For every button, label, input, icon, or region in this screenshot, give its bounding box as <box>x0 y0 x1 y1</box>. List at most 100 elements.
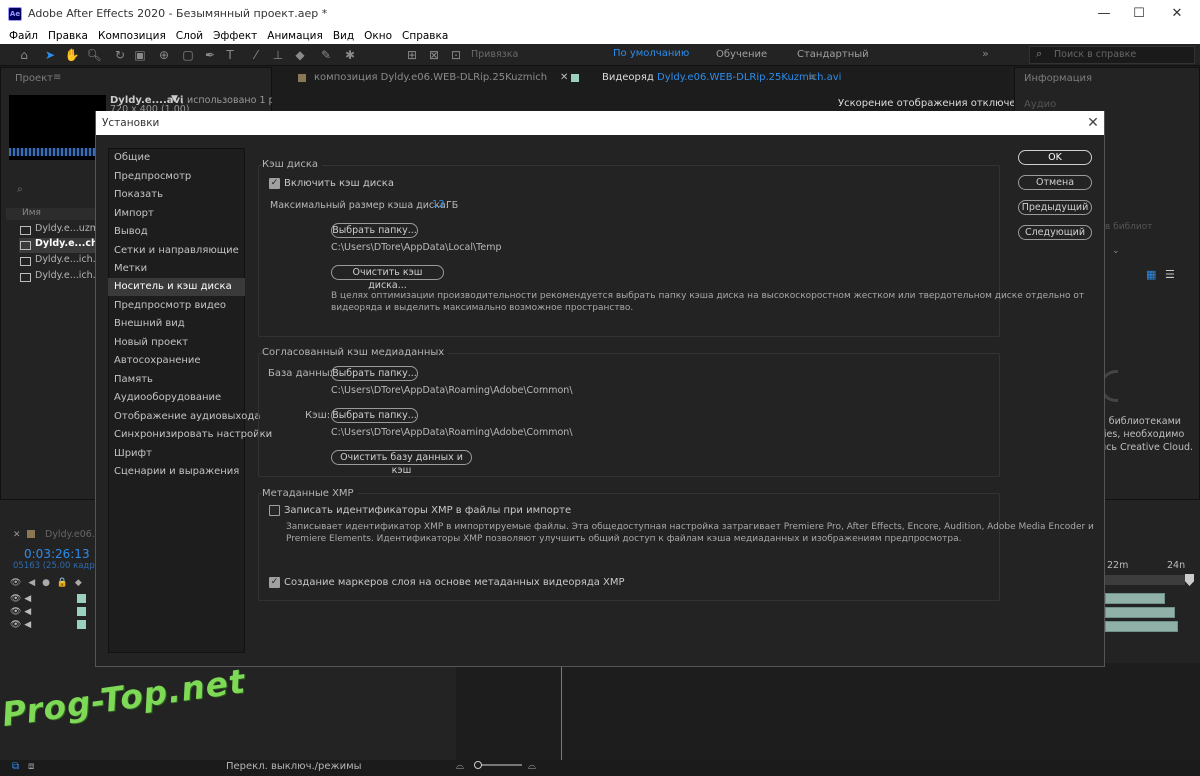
ok-button[interactable]: OK <box>1018 150 1092 165</box>
close-window-button[interactable]: ✕ <box>1154 0 1200 27</box>
category-import[interactable]: Импорт <box>108 205 245 223</box>
zoom-out-icon[interactable]: ⌓ <box>456 761 464 772</box>
layer-switch-icons[interactable]: 👁 ◀ ● 🔒 ◆ <box>10 578 84 588</box>
brush-tool-icon[interactable]: ⁄ <box>248 47 264 63</box>
category-type[interactable]: Шрифт <box>108 445 245 463</box>
layer-clip-bar[interactable] <box>1105 607 1175 618</box>
layer-clip-bar[interactable] <box>1105 593 1165 604</box>
render-queue-icon[interactable]: ⧉ <box>12 761 19 772</box>
category-output[interactable]: Вывод <box>108 223 245 241</box>
project-item[interactable]: Dyldy.e...uzmic <box>19 223 95 238</box>
pan-behind-tool-icon[interactable]: ⊕ <box>156 47 172 63</box>
camera-tool-icon[interactable]: ▣ <box>132 47 148 63</box>
project-item[interactable]: Dyldy.e...ich.av <box>19 270 95 285</box>
zoom-tool-icon[interactable]: 🔍︎ <box>86 47 102 63</box>
project-search-icon[interactable]: ⌕ <box>17 184 23 195</box>
more-workspaces-icon[interactable]: » <box>982 47 989 60</box>
next-button[interactable]: Следующий <box>1018 225 1092 240</box>
audio-panel-title[interactable]: Аудио <box>1024 99 1056 110</box>
category-scripting-expressions[interactable]: Сценарии и выражения <box>108 463 245 481</box>
menu-file[interactable]: Файл <box>9 30 38 42</box>
category-new-project[interactable]: Новый проект <box>108 334 245 352</box>
view-axis-icon[interactable]: ⊡ <box>448 47 464 63</box>
category-appearance[interactable]: Внешний вид <box>108 315 245 333</box>
hand-tool-icon[interactable]: ✋ <box>64 47 80 63</box>
create-layer-markers-checkbox[interactable]: ✓ <box>269 577 280 588</box>
column-header-name[interactable]: Имя <box>6 208 96 220</box>
layer-label-color[interactable] <box>77 594 86 603</box>
info-panel-title[interactable]: Информация <box>1024 73 1092 84</box>
choose-cache-folder-button[interactable]: Выбрать папку... <box>331 408 418 423</box>
tab-footage[interactable]: Видеоряд Dyldy.e06.WEB-DLRip.25Kuzmich.a… <box>602 72 841 83</box>
timeline-tab[interactable]: Dyldy.e06. <box>45 529 95 540</box>
menu-layer[interactable]: Слой <box>176 30 203 42</box>
zoom-in-icon[interactable]: ⌓ <box>528 761 536 772</box>
workspace-learn-tab[interactable]: Обучение <box>716 49 767 60</box>
close-tab-icon[interactable]: ✕ <box>560 72 568 83</box>
menu-animation[interactable]: Анимация <box>267 30 323 42</box>
clear-disk-cache-button[interactable]: Очистить кэш диска... <box>331 265 444 291</box>
write-xmp-ids-checkbox[interactable] <box>269 505 280 516</box>
menu-effect[interactable]: Эффект <box>213 30 257 42</box>
clean-database-cache-button[interactable]: Очистить базу данных и кэш <box>331 450 472 476</box>
rotate-tool-icon[interactable]: ↻ <box>112 47 128 63</box>
choose-database-folder-button[interactable]: Выбрать папку... <box>331 366 418 381</box>
dialog-close-button[interactable]: ✕ <box>1082 112 1104 134</box>
category-audio-output-mapping[interactable]: Отображение аудиовыхода <box>108 408 260 426</box>
zoom-slider-handle[interactable] <box>474 761 482 769</box>
panel-menu-icon[interactable]: ≡ <box>808 72 816 83</box>
visibility-eye-icon[interactable]: 👁 ◀ <box>10 607 31 617</box>
local-axis-icon[interactable]: ⊞ <box>404 47 420 63</box>
rectangle-tool-icon[interactable]: ▢ <box>180 47 196 63</box>
selection-tool-icon[interactable]: ➤ <box>42 47 58 63</box>
work-area-bar[interactable] <box>1105 575 1185 585</box>
visibility-eye-icon[interactable]: 👁 ◀ <box>10 620 31 630</box>
pen-tool-icon[interactable]: ✒ <box>202 47 218 63</box>
dropdown-triangle-icon[interactable]: ▼ <box>171 94 178 104</box>
project-item[interactable]: Dyldy.e...ch.av <box>19 238 95 253</box>
puppet-tool-icon[interactable]: ✱ <box>342 47 358 63</box>
clone-stamp-tool-icon[interactable]: ⊥ <box>270 47 286 63</box>
project-item[interactable]: Dyldy.e...ich.av <box>19 254 95 269</box>
help-search-input[interactable]: Поиск в справке <box>1029 46 1195 64</box>
choose-disk-cache-folder-button[interactable]: Выбрать папку... <box>331 223 418 238</box>
toggle-switches-modes[interactable]: Перекл. выключ./режимы <box>226 761 362 772</box>
cancel-button[interactable]: Отмена <box>1018 175 1092 190</box>
menu-help[interactable]: Справка <box>402 30 448 42</box>
category-memory[interactable]: Память <box>108 371 245 389</box>
panel-menu-icon[interactable]: ≡ <box>53 72 61 83</box>
chevron-down-icon[interactable]: ⌄ <box>1112 246 1120 256</box>
category-auto-save[interactable]: Автосохранение <box>108 352 245 370</box>
current-timecode[interactable]: 0:03:26:13 <box>24 547 90 561</box>
visibility-eye-icon[interactable]: 👁 ◀ <box>10 594 31 604</box>
menu-view[interactable]: Вид <box>333 30 354 42</box>
category-general[interactable]: Общие <box>108 149 245 167</box>
close-tab-icon[interactable]: ✕ <box>13 530 21 540</box>
type-tool-icon[interactable]: T <box>222 47 238 63</box>
roto-brush-tool-icon[interactable]: ✎ <box>318 47 334 63</box>
tab-composition[interactable]: композиция Dyldy.e06.WEB-DLRip.25Kuzmich <box>314 72 547 83</box>
category-grids-guides[interactable]: Сетки и направляющие <box>108 242 245 260</box>
menu-window[interactable]: Окно <box>364 30 392 42</box>
previous-button[interactable]: Предыдущий <box>1018 200 1092 215</box>
category-previews[interactable]: Предпросмотр <box>108 168 245 186</box>
max-cache-size-value[interactable]: 12 <box>432 199 445 210</box>
menu-composition[interactable]: Композиция <box>98 30 166 42</box>
workspace-standard-tab[interactable]: Стандартный <box>797 49 869 60</box>
frame-render-icon[interactable]: ⧈ <box>28 761 34 772</box>
category-display[interactable]: Показать <box>108 186 245 204</box>
project-panel-title[interactable]: Проект <box>15 73 53 84</box>
list-view-icon[interactable]: ☰ <box>1165 268 1175 281</box>
menu-edit[interactable]: Правка <box>48 30 88 42</box>
layer-label-color[interactable] <box>77 607 86 616</box>
category-video-preview[interactable]: Предпросмотр видео <box>108 297 245 315</box>
category-sync-settings[interactable]: Синхронизировать настройки <box>108 426 272 444</box>
grid-view-icon[interactable]: ▦ <box>1146 268 1156 281</box>
eraser-tool-icon[interactable]: ◆ <box>292 47 308 63</box>
enable-disk-cache-checkbox[interactable]: ✓ <box>269 178 280 189</box>
category-labels[interactable]: Метки <box>108 260 245 278</box>
library-search-input[interactable]: в библиот <box>1105 222 1152 232</box>
category-audio-hardware[interactable]: Аудиооборудование <box>108 389 245 407</box>
layer-label-color[interactable] <box>77 620 86 629</box>
layer-clip-bar[interactable] <box>1105 621 1178 632</box>
